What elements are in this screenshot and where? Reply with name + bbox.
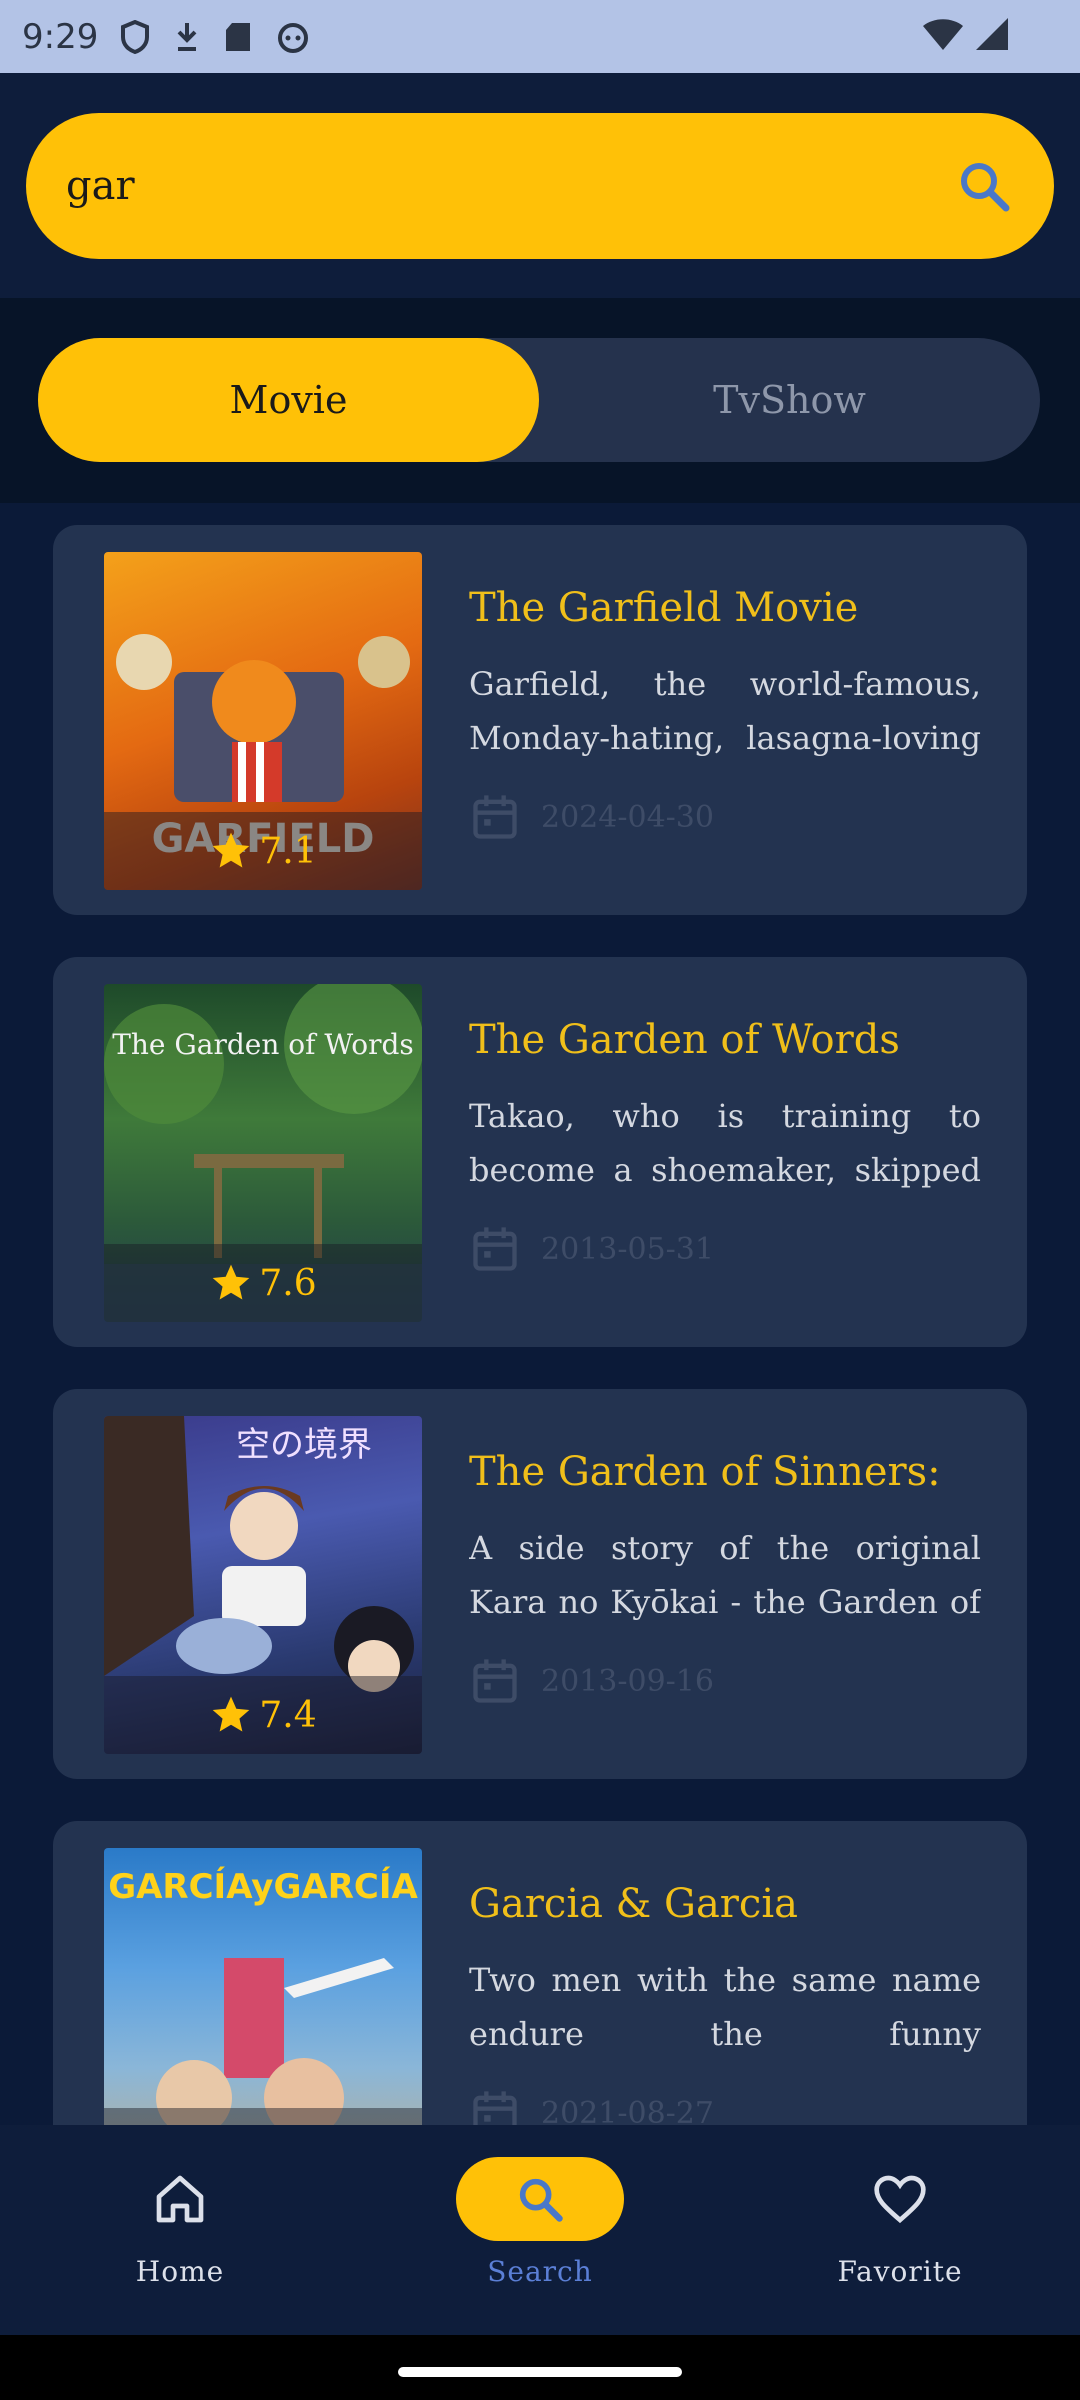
tab-movie[interactable]: Movie [38, 338, 539, 462]
star-icon [213, 832, 250, 868]
download-icon [177, 22, 197, 51]
calendar-icon [473, 1227, 517, 1271]
media-type-tabs: Movie TvShow [38, 338, 1040, 462]
result-card[interactable]: The Garden of Words 7.6 The Garden of Wo… [53, 957, 1027, 1347]
gesture-area [0, 2335, 1080, 2400]
nav-favorite-pill[interactable] [816, 2157, 984, 2241]
svg-text:The Garden of Words: The Garden of Words [112, 1028, 414, 1061]
result-title: The Garden of Sinners: [469, 1449, 941, 1495]
home-gesture-handle[interactable] [398, 2367, 682, 2377]
star-icon [213, 1264, 250, 1300]
release-date: 2021-08-27 [541, 2095, 714, 2126]
result-card[interactable]: 空の境界 7.4 The Garden of Sinners: A side s… [53, 1389, 1027, 1779]
calendar-icon [473, 795, 517, 839]
poster-image: GARFIELD 7.1 [104, 552, 422, 890]
tab-band: Movie TvShow [0, 298, 1080, 503]
release-date: 2013-09-16 [541, 1663, 714, 1699]
nav-home-label: Home [135, 2255, 225, 2288]
heart-icon [874, 2175, 926, 2224]
poster-image: 空の境界 7.4 [104, 1416, 422, 1754]
result-title: Garcia & Garcia [469, 1881, 798, 1927]
result-title: The Garden of Words [469, 1017, 900, 1063]
bottom-nav: Home Search Favorite [0, 2125, 1080, 2335]
svg-text:空の境界: 空の境界 [236, 1425, 372, 1465]
poster-art: GARCÍAyGARCÍA [108, 1866, 418, 2125]
rating-strip: 7.6 [104, 1244, 422, 1322]
tab-tvshow[interactable]: TvShow [539, 338, 1040, 462]
status-time: 9:29 [22, 16, 99, 57]
svg-text:GARCÍAyGARCÍA: GARCÍAyGARCÍA [108, 1866, 418, 1907]
star-icon [213, 1696, 250, 1732]
poster-image: GARCÍAyGARCÍA [104, 1848, 422, 2125]
signal-icon [976, 18, 1008, 50]
nav-home[interactable]: Home [0, 2125, 360, 2335]
search-input[interactable]: gar [66, 163, 954, 209]
result-description: A side story of the original Kara no Kyō… [469, 1529, 981, 1621]
face-icon [278, 22, 309, 53]
nav-favorite[interactable]: Favorite [720, 2125, 1080, 2335]
rating-strip [104, 2108, 422, 2125]
results-list[interactable]: GARFIELD 7.1 The Garfield Movie Garfield… [0, 503, 1080, 2125]
release-date: 2024-04-30 [541, 799, 714, 835]
nav-search[interactable]: Search [360, 2125, 720, 2335]
shield-icon [121, 19, 150, 54]
search-header: gar [0, 73, 1080, 298]
rating-value: 7.1 [259, 830, 317, 872]
result-title: The Garfield Movie [469, 585, 859, 631]
rating-value: 7.4 [259, 1694, 317, 1736]
nav-favorite-label: Favorite [837, 2255, 963, 2288]
sd-card-icon [226, 22, 251, 51]
search-bar[interactable]: gar [26, 113, 1054, 259]
poster-image: The Garden of Words 7.6 [104, 984, 422, 1322]
result-description: Takao, who is training to become a shoem… [469, 1097, 981, 1189]
nav-home-pill[interactable] [96, 2157, 264, 2241]
calendar-icon [473, 1659, 517, 1703]
calendar-icon [473, 2091, 517, 2125]
home-icon [156, 2175, 204, 2223]
nav-search-pill[interactable] [456, 2157, 624, 2241]
result-card[interactable]: GARCÍAyGARCÍA Garcia & Garcia Two men wi… [53, 1821, 1027, 2125]
result-description: Two men with the same name endure the fu… [469, 1961, 981, 2053]
wifi-icon [923, 19, 963, 50]
result-card[interactable]: GARFIELD 7.1 The Garfield Movie Garfield… [53, 525, 1027, 915]
rating-strip: 7.4 [104, 1676, 422, 1754]
release-date: 2013-05-31 [541, 1231, 714, 1267]
nav-search-label: Search [487, 2255, 593, 2288]
rating-value: 7.6 [259, 1262, 317, 1304]
search-icon[interactable] [954, 156, 1014, 216]
search-icon [519, 2178, 563, 2222]
status-bar: 9:29 [0, 0, 1080, 73]
rating-strip: 7.1 [104, 812, 422, 890]
result-description: Garfield, the world-famous, Monday-hatin… [469, 665, 981, 757]
